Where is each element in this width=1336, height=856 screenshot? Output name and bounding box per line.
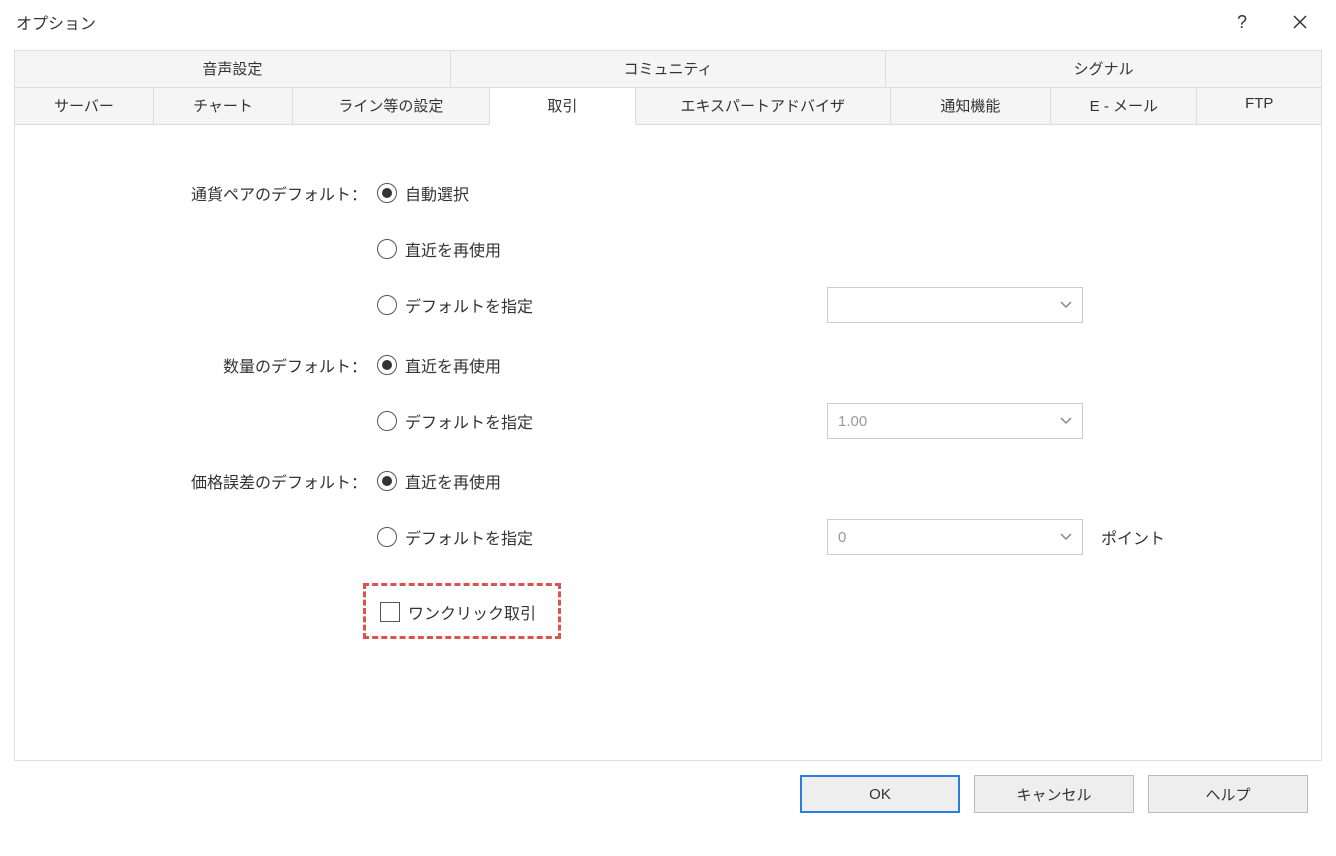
one-click-checkbox[interactable] xyxy=(380,602,400,622)
radio-deviation-specify-label: デフォルトを指定 xyxy=(405,525,533,549)
tab-signal[interactable]: シグナル xyxy=(886,51,1321,88)
window-title: オプション xyxy=(16,10,1222,34)
volume-combo-value: 1.00 xyxy=(838,413,867,430)
radio-symbol-reuse[interactable] xyxy=(377,239,397,259)
tab-server[interactable]: サーバー xyxy=(15,88,154,125)
radio-volume-specify-label: デフォルトを指定 xyxy=(405,409,533,433)
titlebar: オプション ? xyxy=(0,0,1336,50)
deviation-unit-label: ポイント xyxy=(1101,525,1165,549)
radio-deviation-reuse[interactable] xyxy=(377,471,397,491)
one-click-highlight: ワンクリック取引 xyxy=(363,583,561,639)
tab-audio[interactable]: 音声設定 xyxy=(15,51,451,88)
dialog-footer: OK キャンセル ヘルプ xyxy=(14,761,1322,813)
radio-volume-specify[interactable] xyxy=(377,411,397,431)
radio-deviation-specify[interactable] xyxy=(377,527,397,547)
tab-chart[interactable]: チャート xyxy=(154,88,293,125)
deviation-combo[interactable]: 0 xyxy=(827,519,1083,555)
chevron-down-icon xyxy=(1060,299,1072,311)
tab-trading[interactable]: 取引 xyxy=(490,88,636,125)
radio-volume-reuse[interactable] xyxy=(377,355,397,375)
deviation-combo-value: 0 xyxy=(838,529,846,546)
tabs-container: 音声設定 コミュニティ シグナル サーバー チャート ライン等の設定 取引 エキ… xyxy=(14,50,1322,761)
radio-symbol-specify-label: デフォルトを指定 xyxy=(405,293,533,317)
close-icon[interactable] xyxy=(1280,7,1320,37)
deviation-default-label: 価格誤差のデフォルト： xyxy=(55,469,367,493)
tab-expert-advisor[interactable]: エキスパートアドバイザ xyxy=(636,88,891,125)
radio-deviation-reuse-label: 直近を再使用 xyxy=(405,469,501,493)
tab-notification[interactable]: 通知機能 xyxy=(891,88,1052,125)
help-icon[interactable]: ? xyxy=(1222,7,1262,37)
tab-email[interactable]: E - メール xyxy=(1051,88,1197,125)
radio-symbol-auto[interactable] xyxy=(377,183,397,203)
one-click-label: ワンクリック取引 xyxy=(408,600,536,624)
trading-panel: 通貨ペアのデフォルト： 自動選択 直近を再使用 デフォルトを指定 xyxy=(15,125,1321,760)
symbol-combo[interactable] xyxy=(827,287,1083,323)
volume-default-label: 数量のデフォルト： xyxy=(55,353,367,377)
chevron-down-icon xyxy=(1060,415,1072,427)
help-button[interactable]: ヘルプ xyxy=(1148,775,1308,813)
symbol-default-label: 通貨ペアのデフォルト： xyxy=(55,181,367,205)
cancel-button[interactable]: キャンセル xyxy=(974,775,1134,813)
chevron-down-icon xyxy=(1060,531,1072,543)
tab-ftp[interactable]: FTP xyxy=(1197,88,1321,125)
radio-volume-reuse-label: 直近を再使用 xyxy=(405,353,501,377)
radio-symbol-specify[interactable] xyxy=(377,295,397,315)
radio-symbol-reuse-label: 直近を再使用 xyxy=(405,237,501,261)
tab-community[interactable]: コミュニティ xyxy=(451,51,887,88)
ok-button[interactable]: OK xyxy=(800,775,960,813)
radio-symbol-auto-label: 自動選択 xyxy=(405,181,469,205)
tab-line-settings[interactable]: ライン等の設定 xyxy=(293,88,490,125)
volume-combo[interactable]: 1.00 xyxy=(827,403,1083,439)
